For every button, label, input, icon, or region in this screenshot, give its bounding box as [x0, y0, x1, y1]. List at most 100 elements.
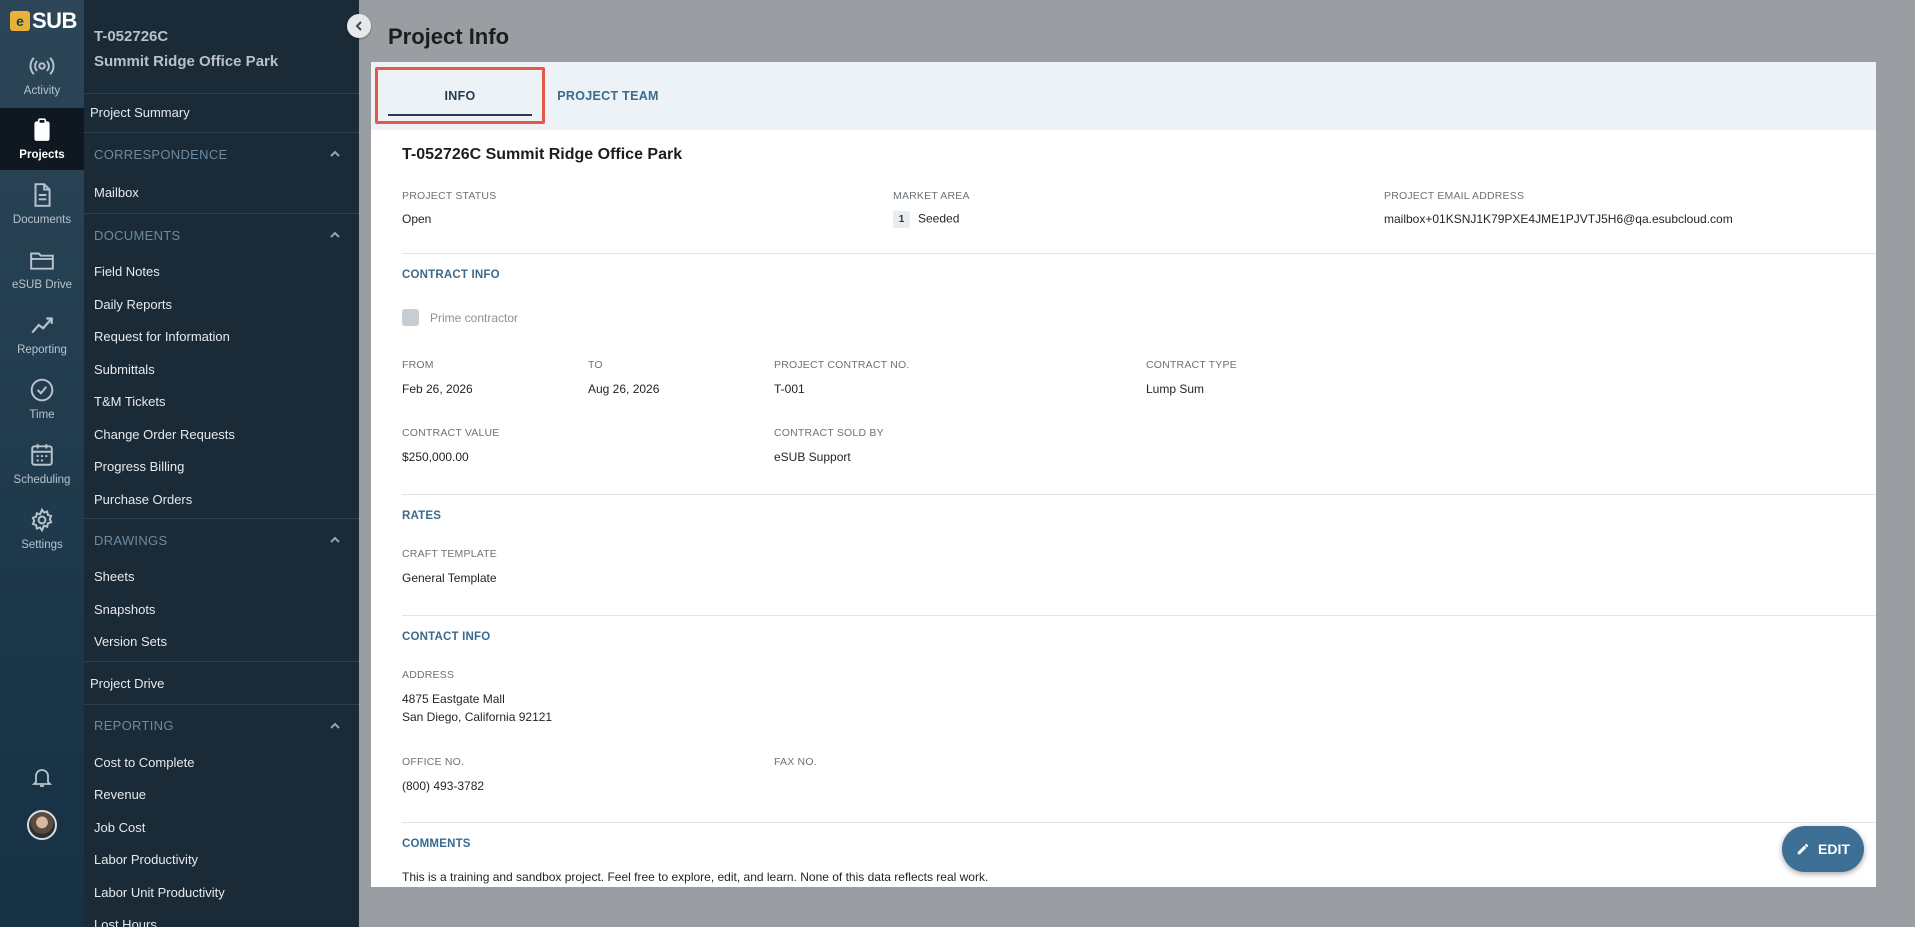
contact-section-title: CONTACT INFO [402, 631, 491, 643]
rail-label: Settings [21, 539, 63, 551]
rail-settings[interactable]: Settings [0, 498, 84, 560]
email-value: mailbox+01KSNJ1K79PXE4JME1PJVTJ5H6@qa.es… [1384, 212, 1733, 226]
rail-scheduling[interactable]: Scheduling [0, 433, 84, 495]
nav-purchase-orders[interactable]: Purchase Orders [84, 484, 359, 517]
section-title: CORRESPONDENCE [94, 146, 228, 162]
content-gutter [371, 130, 388, 887]
divider [402, 822, 1876, 823]
notifications-button[interactable] [0, 765, 84, 789]
app-rail: e SUB Activity Projects Documents eSUB D… [0, 0, 84, 927]
comments-text: This is a training and sandbox project. … [402, 870, 989, 884]
address-line-2: San Diego, California 92121 [402, 710, 553, 724]
nav-lost-hours[interactable]: Lost Hours [84, 909, 359, 927]
divider [402, 615, 1876, 616]
craft-template-label: CRAFT TEMPLATE [402, 548, 497, 560]
nav-labor-unit-productivity[interactable]: Labor Unit Productivity [84, 877, 359, 910]
nav-field-notes[interactable]: Field Notes [84, 256, 359, 289]
prime-contractor-checkbox[interactable] [402, 309, 419, 326]
avatar [27, 810, 57, 840]
nav-revenue[interactable]: Revenue [84, 779, 359, 812]
rail-label: Projects [19, 149, 65, 161]
market-value: 1 Seeded [893, 211, 959, 228]
nav-change-order-requests[interactable]: Change Order Requests [84, 419, 359, 452]
project-name: Summit Ridge Office Park [94, 53, 279, 70]
craft-template-value: General Template [402, 571, 497, 585]
section-reporting[interactable]: REPORTING [84, 703, 359, 747]
nav-daily-reports[interactable]: Daily Reports [84, 289, 359, 322]
section-drawings[interactable]: DRAWINGS [84, 518, 359, 561]
project-info-panel: T-052726C Summit Ridge Office Park PROJE… [388, 130, 1876, 887]
address-line-1: 4875 Eastgate Mall [402, 692, 505, 706]
tab-project-team[interactable]: PROJECT TEAM [553, 62, 663, 130]
tab-bar: INFO PROJECT TEAM [371, 62, 1876, 130]
rates-section-title: RATES [402, 510, 442, 522]
rail-label: eSUB Drive [11, 279, 73, 291]
nav-job-cost[interactable]: Job Cost [84, 812, 359, 845]
nav-project-summary[interactable]: Project Summary [84, 94, 359, 132]
contract-type-label: CONTRACT TYPE [1146, 359, 1237, 371]
nav-progress-billing[interactable]: Progress Billing [84, 451, 359, 484]
comments-section-title: COMMENTS [402, 838, 471, 850]
contract-sold-label: CONTRACT SOLD BY [774, 427, 884, 439]
pencil-icon [1797, 843, 1809, 855]
rail-label: Reporting [17, 344, 67, 356]
from-value: Feb 26, 2026 [402, 382, 473, 396]
chart-line-icon [31, 317, 53, 334]
section-documents[interactable]: DOCUMENTS [84, 213, 359, 256]
market-name: Seeded [918, 211, 960, 226]
chevron-up-icon [330, 231, 340, 238]
gear-icon [31, 507, 53, 533]
clock-icon [30, 378, 54, 402]
office-value: (800) 493-3782 [402, 779, 485, 793]
status-value: Open [402, 212, 432, 226]
edit-button[interactable]: EDIT [1782, 826, 1864, 872]
to-value: Aug 26, 2026 [588, 382, 660, 396]
broadcast-icon [29, 57, 55, 75]
nav-cost-to-complete[interactable]: Cost to Complete [84, 747, 359, 780]
esub-logo[interactable]: e SUB [10, 8, 77, 34]
rail-reporting[interactable]: Reporting [0, 303, 84, 365]
calendar-icon [31, 444, 53, 466]
contract-no-label: PROJECT CONTRACT NO. [774, 359, 910, 371]
edit-label: EDIT [1818, 841, 1850, 857]
logo-mark: e [10, 11, 30, 31]
section-title: REPORTING [94, 718, 174, 733]
section-correspondence[interactable]: CORRESPONDENCE [84, 132, 359, 175]
logo-text: SUB [32, 8, 77, 33]
divider [402, 253, 1876, 254]
nav-snapshots[interactable]: Snapshots [84, 594, 359, 627]
project-heading: T-052726C Summit Ridge Office Park [402, 146, 683, 163]
nav-labor-productivity[interactable]: Labor Productivity [84, 844, 359, 877]
prime-contractor-label: Prime contractor [430, 311, 519, 325]
nav-sheets[interactable]: Sheets [84, 561, 359, 594]
rail-time[interactable]: Time [0, 368, 84, 430]
contract-sold-value: eSUB Support [774, 450, 851, 464]
nav-rfi[interactable]: Request for Information [84, 321, 359, 354]
rail-activity[interactable]: Activity [0, 44, 84, 106]
clipboard-icon [34, 118, 50, 141]
bell-icon [31, 769, 53, 787]
nav-version-sets[interactable]: Version Sets [84, 626, 359, 659]
email-label: PROJECT EMAIL ADDRESS [1384, 190, 1525, 202]
nav-mailbox[interactable]: Mailbox [84, 175, 359, 211]
nav-submittals[interactable]: Submittals [84, 354, 359, 387]
status-label: PROJECT STATUS [402, 190, 497, 202]
rail-esub-drive[interactable]: eSUB Drive [0, 238, 84, 300]
collapse-nav-button[interactable] [347, 14, 371, 38]
nav-tm-tickets[interactable]: T&M Tickets [84, 386, 359, 419]
nav-project-drive[interactable]: Project Drive [84, 660, 359, 704]
project-number: T-052726C [94, 28, 169, 45]
chevron-left-icon [355, 21, 362, 31]
user-menu-button[interactable] [0, 810, 84, 840]
rail-documents[interactable]: Documents [0, 173, 84, 235]
page-title: Project Info [388, 24, 510, 49]
market-badge: 1 [893, 211, 910, 228]
contract-section-title: CONTRACT INFO [402, 269, 500, 281]
tab-highlight-outline [375, 67, 545, 124]
divider [402, 494, 1876, 495]
page-footer-backdrop [371, 887, 1876, 927]
contract-value-label: CONTRACT VALUE [402, 427, 500, 439]
chevron-up-icon [330, 536, 340, 543]
rail-projects[interactable]: Projects [0, 108, 84, 170]
section-title: DOCUMENTS [94, 227, 181, 243]
